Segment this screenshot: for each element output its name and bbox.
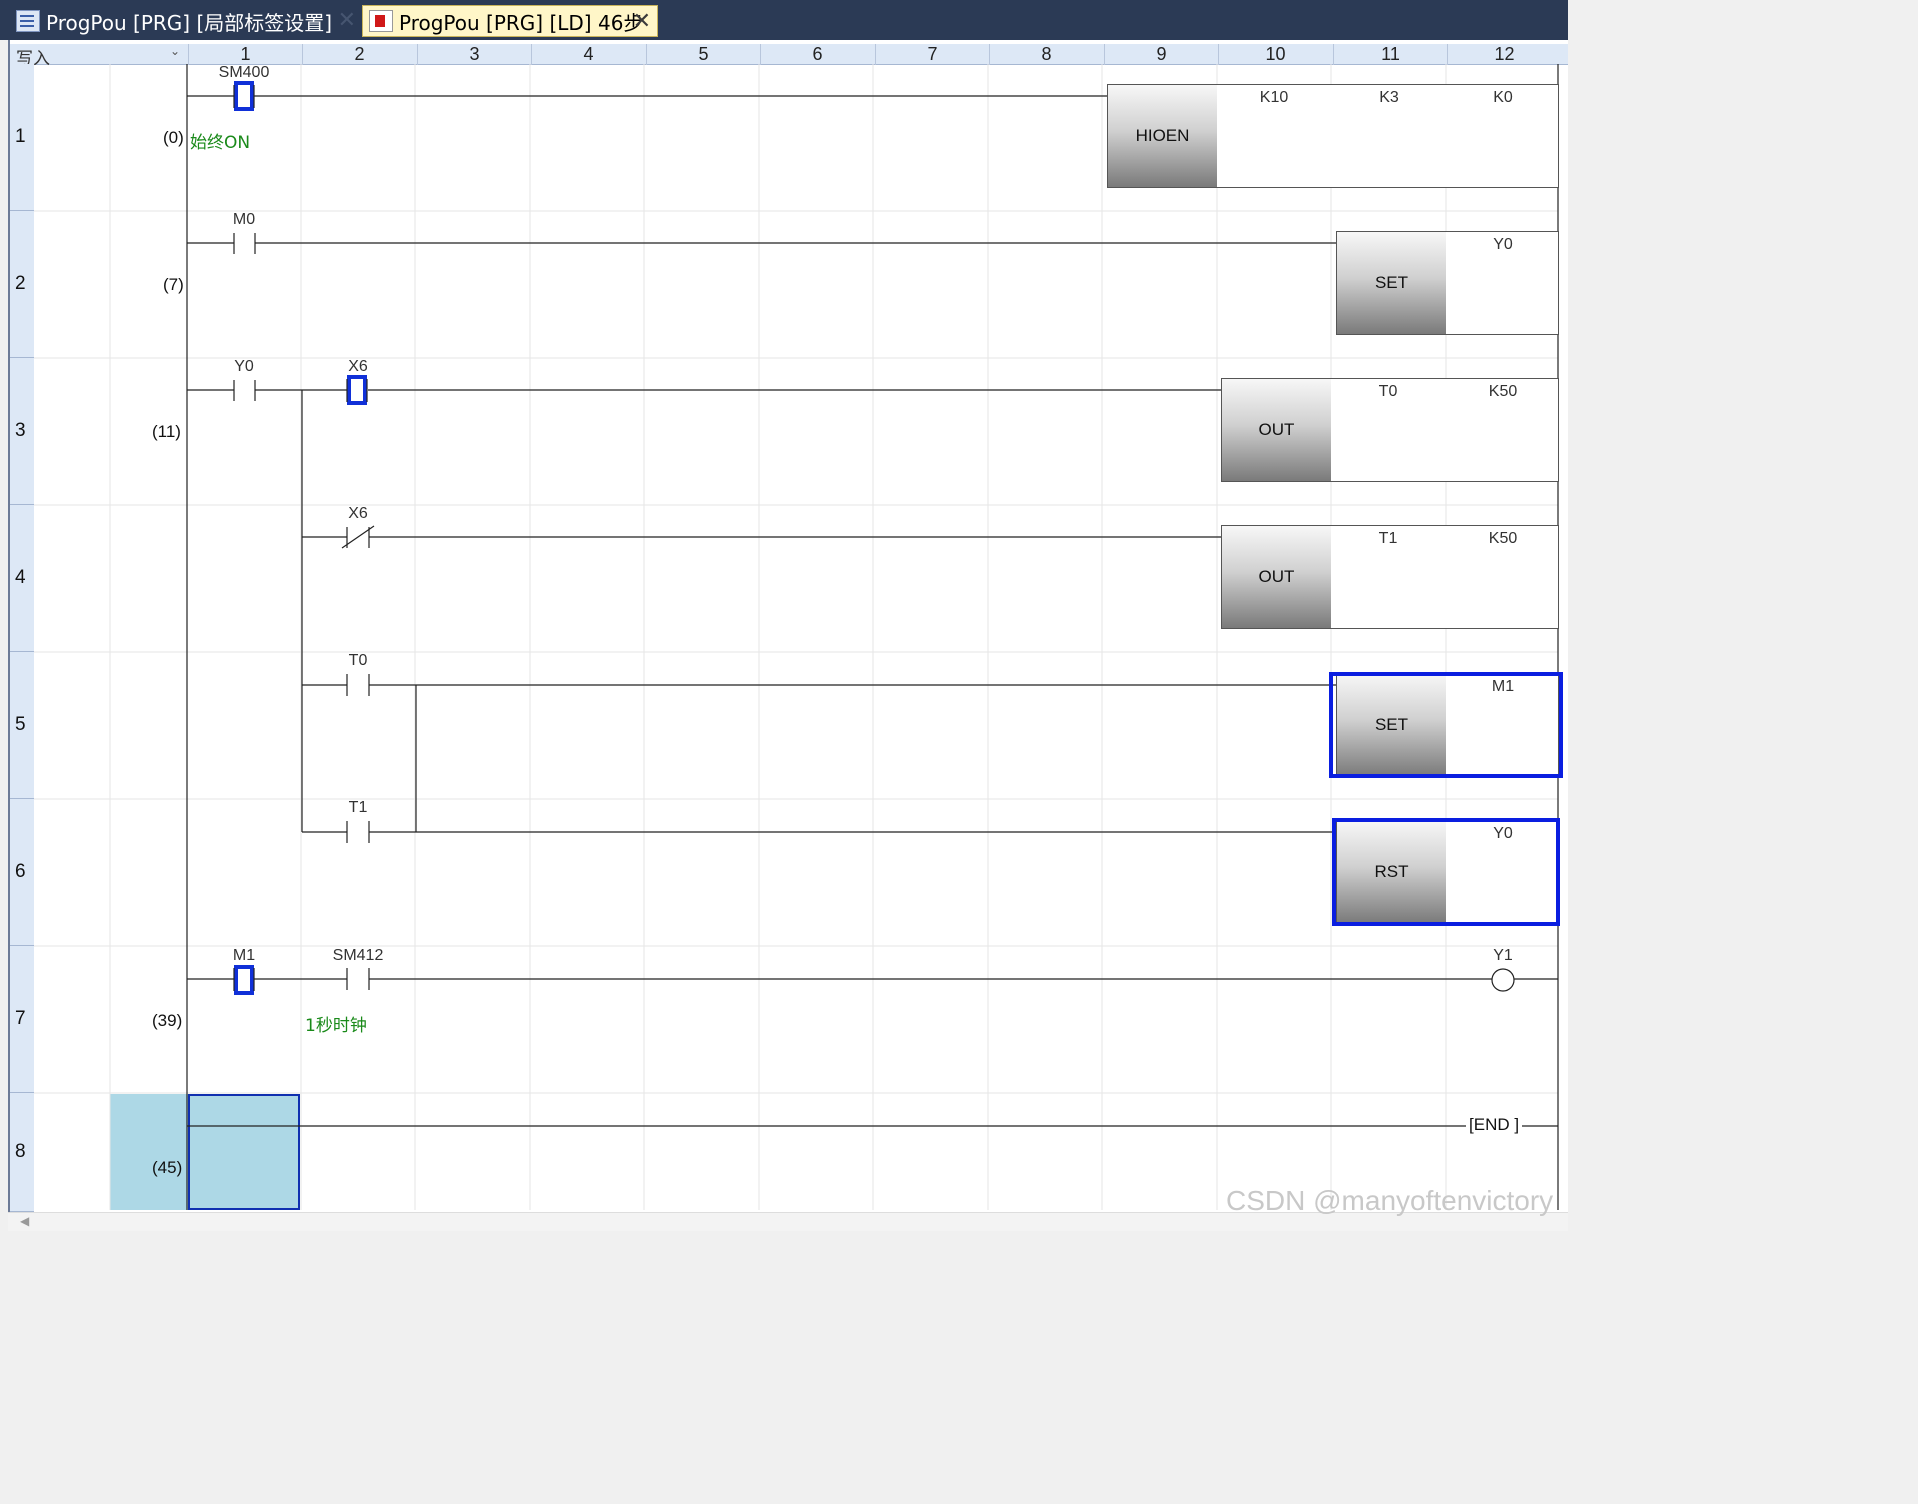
operand: K50 — [1488, 383, 1518, 400]
operand: K3 — [1379, 89, 1399, 106]
contact-device-label[interactable]: Y0 — [234, 358, 254, 376]
instruction-set-y0[interactable]: SET Y0 — [1336, 231, 1559, 335]
step-number: (0) — [163, 128, 184, 147]
operand: T0 — [1378, 383, 1398, 400]
contact-device-label[interactable]: M0 — [233, 211, 255, 229]
operand: K50 — [1488, 530, 1518, 547]
contact-device-label[interactable]: X6 — [348, 358, 368, 376]
operand: T1 — [1378, 530, 1398, 547]
step-number: (7) — [163, 275, 184, 294]
contact-device-label[interactable]: X6 — [348, 505, 368, 523]
instruction-out-t0[interactable]: OUT T0 K50 — [1221, 378, 1559, 482]
step-number: (45) — [152, 1158, 183, 1177]
selected-contact-sm400 — [234, 81, 254, 111]
instruction-name[interactable]: OUT — [1222, 379, 1331, 481]
contact-device-label[interactable]: T0 — [349, 652, 368, 670]
instruction-out-t1[interactable]: OUT T1 K50 — [1221, 525, 1559, 629]
end-label: END — [1473, 1115, 1510, 1134]
instruction-name[interactable]: SET — [1337, 232, 1446, 334]
instruction-hioen[interactable]: HIOEN K10 K3 K0 — [1107, 84, 1559, 188]
operand: K0 — [1493, 89, 1513, 106]
step-number: (11) — [152, 422, 181, 441]
contact-device-label[interactable]: M1 — [233, 947, 255, 965]
contact-device-label[interactable]: SM412 — [333, 947, 384, 965]
watermark: CSDN @manyoftenvictory — [1226, 1185, 1554, 1216]
coil-device-label[interactable]: Y1 — [1493, 947, 1513, 965]
instruction-name[interactable]: HIOEN — [1108, 85, 1217, 187]
device-comment: 1秒时钟 — [305, 1016, 367, 1036]
highlight-box-rst-y0 — [1332, 818, 1560, 926]
end-instruction[interactable]: [END ] — [1466, 1115, 1523, 1135]
operand: K10 — [1259, 89, 1289, 106]
contact-device-label[interactable]: SM400 — [219, 64, 270, 82]
instruction-name[interactable]: OUT — [1222, 526, 1331, 628]
operand: Y0 — [1493, 236, 1513, 253]
step-number: (39) — [152, 1011, 183, 1030]
selected-contact-x6 — [347, 375, 367, 405]
contact-device-label[interactable]: T1 — [349, 799, 368, 817]
highlight-box-set-m1 — [1329, 672, 1563, 778]
selected-contact-m1 — [234, 965, 254, 995]
scroll-left-icon[interactable]: ◀ — [20, 1214, 29, 1228]
device-comment: 始终ON — [190, 133, 251, 153]
